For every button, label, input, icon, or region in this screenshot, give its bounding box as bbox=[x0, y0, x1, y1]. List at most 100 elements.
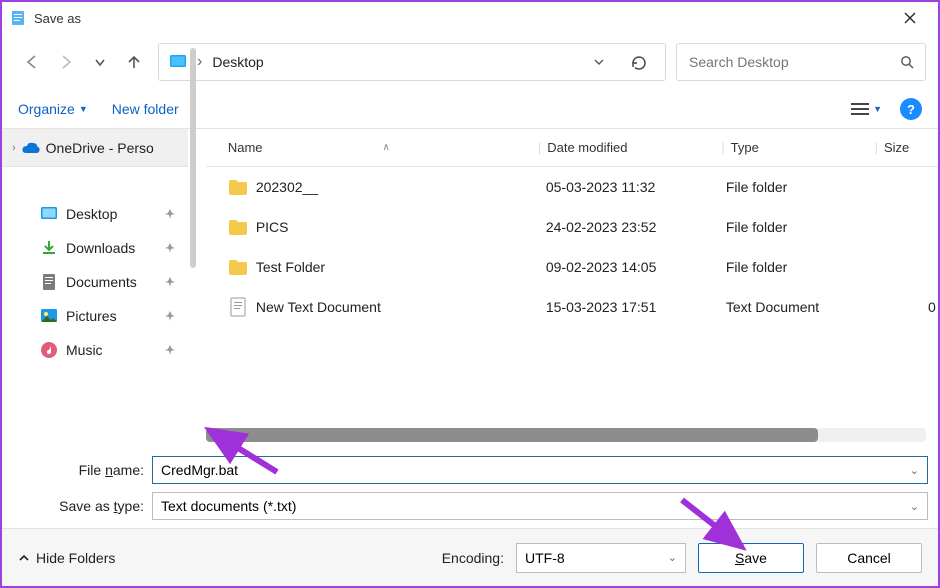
breadcrumb-dropdown[interactable] bbox=[587, 50, 611, 74]
save-button[interactable]: Save bbox=[698, 543, 804, 573]
column-date[interactable]: Date modified bbox=[541, 140, 721, 155]
file-name: Test Folder bbox=[256, 259, 546, 275]
file-date: 05-03-2023 11:32 bbox=[546, 179, 726, 195]
recent-dropdown[interactable] bbox=[90, 52, 110, 72]
chevron-down-icon[interactable]: ⌄ bbox=[910, 500, 919, 513]
encoding-label: Encoding: bbox=[442, 550, 504, 566]
toolbar: Organize▼ New folder ▼ ? bbox=[2, 90, 938, 128]
filename-field[interactable]: CredMgr.bat ⌄ bbox=[152, 456, 928, 484]
file-size: 0 bbox=[876, 299, 936, 315]
sidebar: › OneDrive - Perso Desktop Downloads Docum… bbox=[2, 129, 188, 442]
file-type: File folder bbox=[726, 259, 876, 275]
sidebar-item-label: Documents bbox=[66, 274, 137, 290]
file-icon bbox=[228, 297, 248, 317]
sidebar-item-downloads[interactable]: Downloads bbox=[2, 231, 188, 265]
download-icon bbox=[40, 239, 58, 257]
nav-buttons bbox=[14, 52, 148, 72]
file-name: 202302__ bbox=[256, 179, 546, 195]
view-menu[interactable]: ▼ bbox=[851, 102, 882, 116]
up-button[interactable] bbox=[124, 52, 144, 72]
organize-menu[interactable]: Organize▼ bbox=[18, 101, 88, 117]
file-type: File folder bbox=[726, 219, 876, 235]
chevron-down-icon: ▼ bbox=[873, 104, 882, 114]
sort-asc-icon: ∧ bbox=[383, 142, 390, 153]
desktop-icon bbox=[40, 205, 58, 223]
pin-icon bbox=[164, 242, 176, 254]
pin-icon bbox=[164, 276, 176, 288]
pin-icon bbox=[164, 310, 176, 322]
document-icon bbox=[40, 273, 58, 291]
pictures-icon bbox=[40, 307, 58, 325]
file-name: PICS bbox=[256, 219, 546, 235]
breadcrumb-location[interactable]: Desktop bbox=[212, 54, 263, 70]
file-date: 15-03-2023 17:51 bbox=[546, 299, 726, 315]
file-row[interactable]: PICS24-02-2023 23:52File folder bbox=[206, 207, 938, 247]
back-button[interactable] bbox=[22, 52, 42, 72]
close-button[interactable] bbox=[890, 3, 930, 33]
file-type: File folder bbox=[726, 179, 876, 195]
file-row[interactable]: 202302__05-03-2023 11:32File folder bbox=[206, 167, 938, 207]
chevron-down-icon[interactable]: ⌄ bbox=[668, 551, 677, 564]
list-view-icon bbox=[851, 102, 869, 116]
folder-icon bbox=[228, 257, 248, 277]
breadcrumb[interactable]: › Desktop bbox=[158, 43, 666, 81]
sidebar-label: OneDrive - Perso bbox=[46, 140, 154, 156]
file-name: New Text Document bbox=[256, 299, 546, 315]
sidebar-item-documents[interactable]: Documents bbox=[2, 265, 188, 299]
encoding-field[interactable]: UTF-8 ⌄ bbox=[516, 543, 686, 573]
search-input[interactable] bbox=[687, 53, 900, 71]
column-name[interactable]: Name∧ bbox=[228, 140, 538, 155]
sidebar-item-pictures[interactable]: Pictures bbox=[2, 299, 188, 333]
sidebar-item-music[interactable]: Music bbox=[2, 333, 188, 367]
sidebar-item-label: Desktop bbox=[66, 206, 117, 222]
onedrive-icon bbox=[22, 142, 40, 154]
forward-button[interactable] bbox=[56, 52, 76, 72]
refresh-button[interactable] bbox=[621, 54, 655, 71]
titlebar: Save as bbox=[2, 2, 938, 34]
save-as-dialog: Save as › Desktop Organize▼ New folder bbox=[0, 0, 940, 588]
search-box[interactable] bbox=[676, 43, 926, 81]
sidebar-item-label: Music bbox=[66, 342, 103, 358]
folder-icon bbox=[228, 217, 248, 237]
window-title: Save as bbox=[34, 11, 81, 26]
nav-row: › Desktop bbox=[2, 34, 938, 90]
file-list: Name∧ | Date modified | Type | Size 2023… bbox=[206, 129, 938, 442]
music-icon bbox=[40, 341, 58, 359]
file-date: 09-02-2023 14:05 bbox=[546, 259, 726, 275]
savetype-label: Save as type: bbox=[12, 498, 152, 514]
filename-value: CredMgr.bat bbox=[161, 462, 238, 478]
pin-icon bbox=[164, 208, 176, 220]
horizontal-scrollbar[interactable] bbox=[206, 428, 926, 442]
help-button[interactable]: ? bbox=[900, 98, 922, 120]
column-headers: Name∧ | Date modified | Type | Size bbox=[206, 129, 938, 167]
sidebar-item-label: Downloads bbox=[66, 240, 135, 256]
footer: Hide Folders Encoding: UTF-8 ⌄ Save Canc… bbox=[2, 528, 938, 586]
column-size[interactable]: Size bbox=[878, 140, 938, 155]
main: › OneDrive - Perso Desktop Downloads Docum… bbox=[2, 128, 938, 442]
new-folder-button[interactable]: New folder bbox=[112, 101, 179, 117]
file-row[interactable]: Test Folder09-02-2023 14:05File folder bbox=[206, 247, 938, 287]
sidebar-item-label: Pictures bbox=[66, 308, 117, 324]
sidebar-item-desktop[interactable]: Desktop bbox=[2, 197, 188, 231]
cancel-button[interactable]: Cancel bbox=[816, 543, 922, 573]
chevron-down-icon: ▼ bbox=[79, 104, 88, 114]
pin-icon bbox=[164, 344, 176, 356]
chevron-down-icon[interactable]: ⌄ bbox=[910, 464, 919, 477]
save-form: File name: CredMgr.bat ⌄ Save as type: T… bbox=[2, 442, 938, 528]
file-row[interactable]: New Text Document15-03-2023 17:51Text Do… bbox=[206, 287, 938, 327]
filename-label: File name: bbox=[12, 462, 152, 478]
desktop-icon bbox=[169, 53, 187, 71]
file-type: Text Document bbox=[726, 299, 876, 315]
chevron-right-icon: › bbox=[197, 53, 202, 71]
column-type[interactable]: Type bbox=[725, 140, 875, 155]
folder-icon bbox=[228, 177, 248, 197]
hide-folders-button[interactable]: Hide Folders bbox=[18, 550, 115, 566]
savetype-value: Text documents (*.txt) bbox=[161, 498, 296, 514]
chevron-up-icon bbox=[18, 552, 30, 564]
sidebar-item-onedrive[interactable]: › OneDrive - Perso bbox=[2, 129, 188, 167]
encoding-value: UTF-8 bbox=[525, 550, 565, 566]
search-icon[interactable] bbox=[900, 55, 915, 70]
file-date: 24-02-2023 23:52 bbox=[546, 219, 726, 235]
chevron-right-icon[interactable]: › bbox=[12, 142, 16, 154]
savetype-field[interactable]: Text documents (*.txt) ⌄ bbox=[152, 492, 928, 520]
